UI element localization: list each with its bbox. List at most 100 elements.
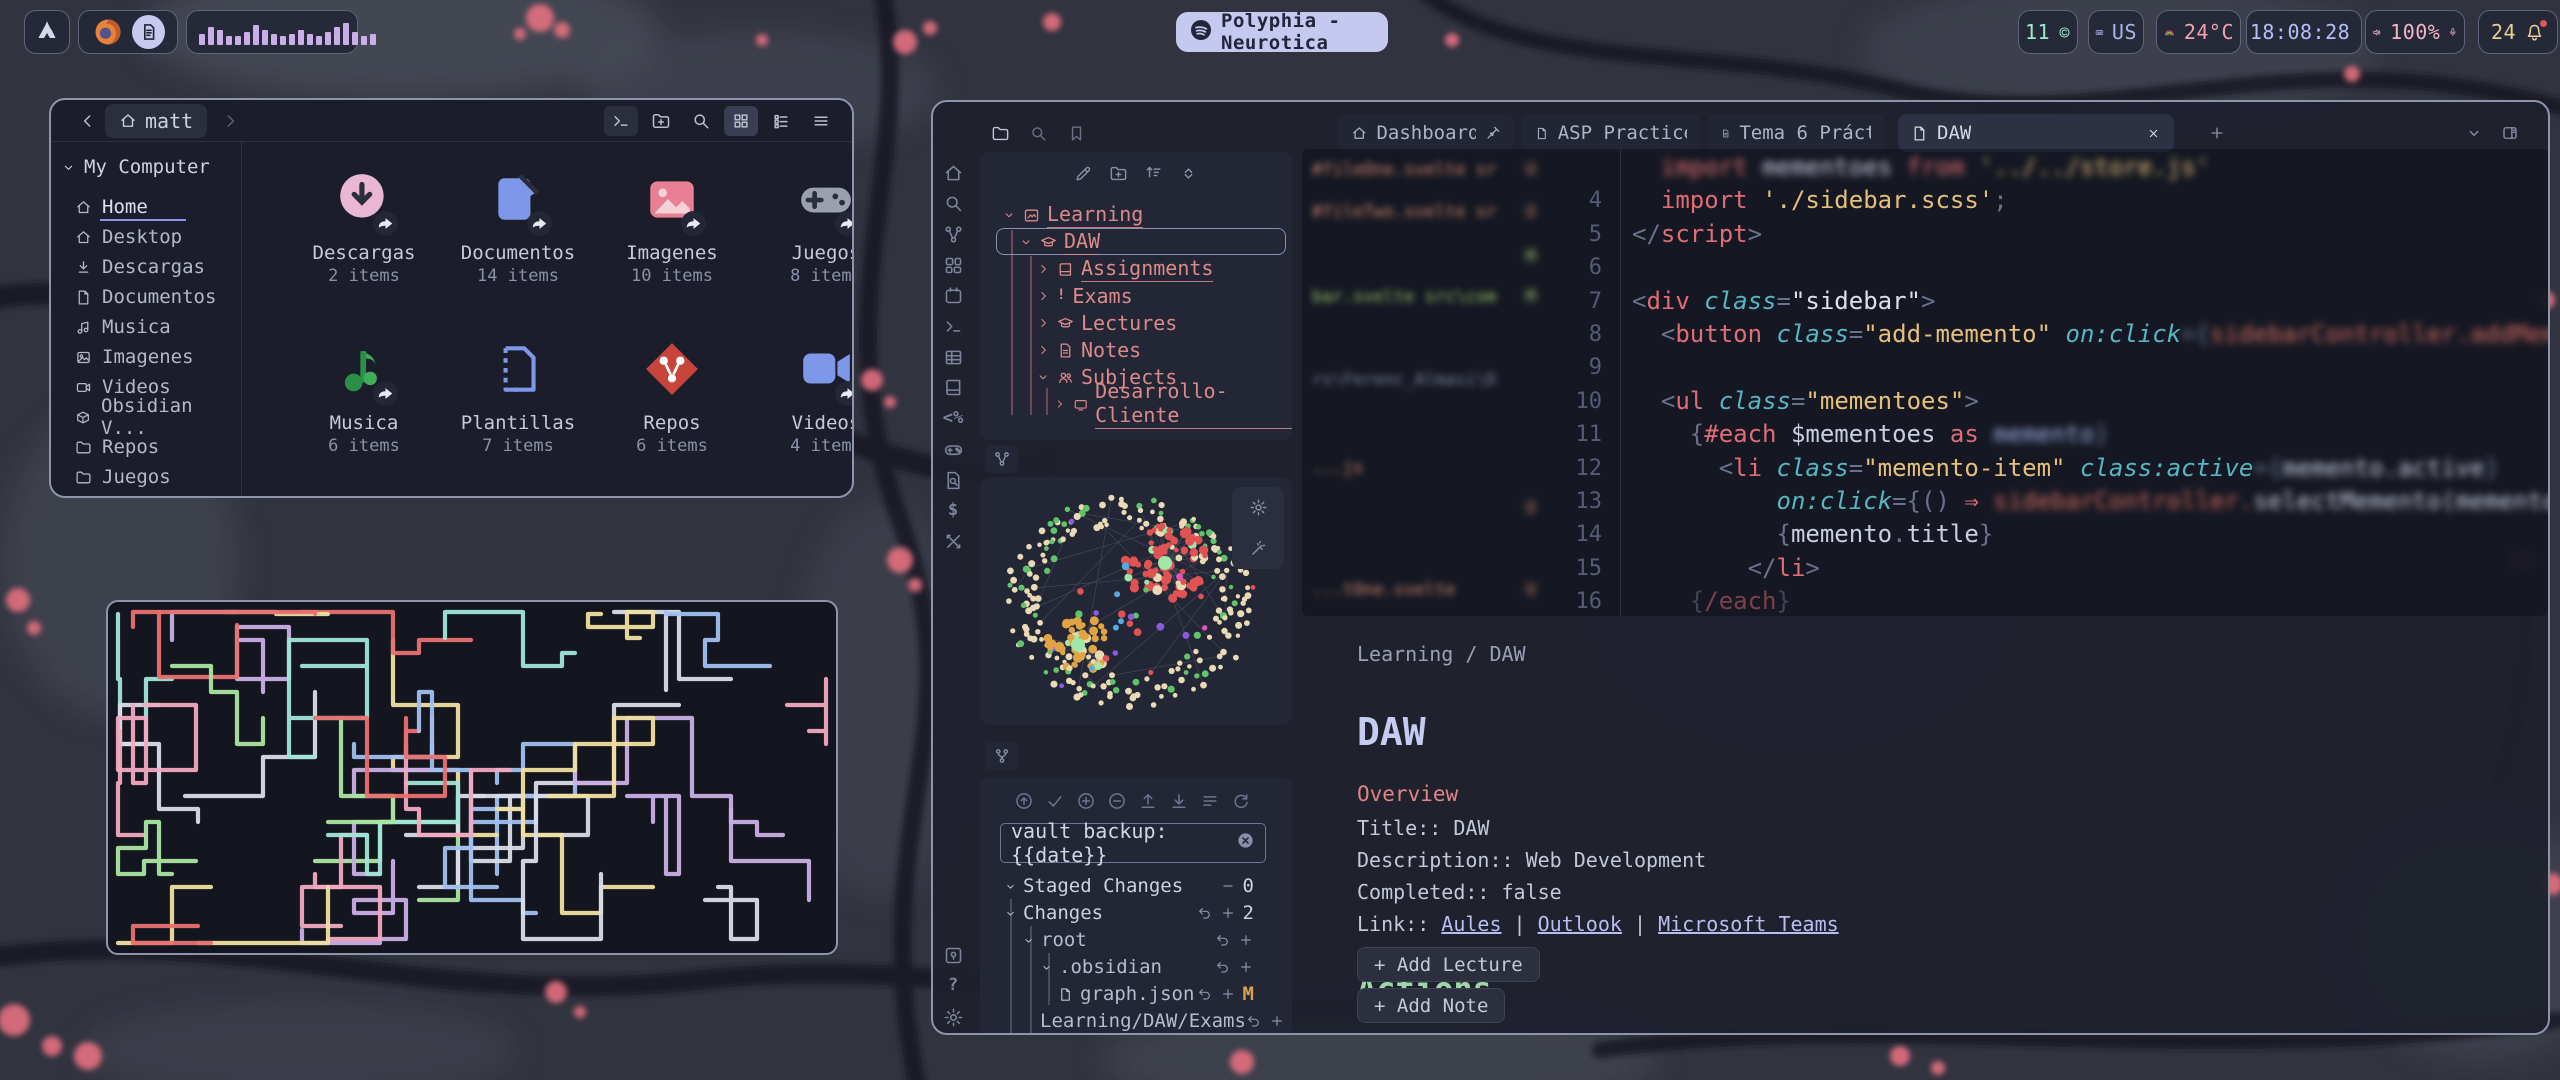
search-button[interactable] — [684, 106, 718, 136]
now-playing-pill[interactable]: Polyphia - Neurotica — [1176, 12, 1388, 52]
editor-file-entry[interactable]: #fileTwo.svelte src\co...U — [1312, 202, 1542, 222]
list-view-button[interactable] — [764, 106, 798, 136]
editor-file-entry[interactable]: ...tOne.svelteU — [1312, 580, 1542, 600]
tree-item-notes[interactable]: Notes — [1036, 337, 1141, 363]
git-row-staged-changes[interactable]: Staged Changes0 — [1004, 874, 1272, 898]
ribbon-help-button[interactable]: ? — [942, 975, 964, 997]
tray-clock[interactable]: 18:08:28 — [2246, 10, 2362, 54]
tray-volume[interactable]: 100% — [2365, 10, 2465, 54]
folder-plantillas[interactable]: Plantillas 7 items — [443, 340, 593, 456]
tab-dashboard[interactable]: Dashboard — [1338, 114, 1514, 152]
dock-app-firefox[interactable] — [91, 15, 124, 49]
editor-file-entry[interactable]: rs\Ferenc_Almasi\Desktop — [1312, 370, 1542, 390]
ribbon-tools-button[interactable] — [942, 530, 964, 552]
ribbon-graph-button[interactable] — [942, 223, 964, 245]
folder-videos[interactable]: Videos 4 items — [751, 340, 854, 456]
graph-wand-button[interactable] — [1249, 539, 1268, 558]
tree-item-desarrollo-cliente[interactable]: Desarrollo-Cliente — [1053, 391, 1292, 417]
new-folder-button[interactable] — [644, 106, 678, 136]
menu-button[interactable] — [804, 106, 838, 136]
launcher-button[interactable] — [24, 10, 70, 54]
folder-documentos[interactable]: Documentos 14 items — [443, 170, 593, 286]
tab-daw[interactable]: DAW — [1898, 114, 2174, 152]
grid-view-button[interactable] — [724, 106, 758, 136]
git-plus-circle-button[interactable] — [1076, 791, 1096, 811]
code-editor-overlay[interactable]: #fileOne.svelte src\co...U #fileTwo.svelt… — [1302, 149, 2548, 616]
folder-imagenes[interactable]: Imagenes 10 items — [597, 170, 747, 286]
graph-panel-tab[interactable] — [985, 445, 1018, 473]
ribbon-dollar-button[interactable]: $ — [942, 500, 964, 522]
git-list-button[interactable] — [1200, 791, 1220, 811]
breadcrumb[interactable]: matt — [105, 104, 207, 138]
folder-repos[interactable]: Repos 6 items — [597, 340, 747, 456]
git-row-root[interactable]: root — [1022, 928, 1272, 952]
git-refresh-button[interactable] — [1231, 791, 1251, 811]
ribbon-table-button[interactable] — [942, 346, 964, 368]
graph-view-panel[interactable] — [980, 477, 1292, 725]
editor-file-entry[interactable]: #fileOne.svelte src\co...U — [1312, 160, 1542, 180]
sidebar-item-musica[interactable]: Musica — [61, 312, 241, 342]
sidebar-item-obsidian-v-[interactable]: Obsidian V... — [61, 402, 241, 432]
tab-asp-practice-6[interactable]: ASP Practice 6 — [1522, 114, 1700, 152]
ribbon-vault-button[interactable] — [942, 944, 964, 966]
git-row-changes[interactable]: Changes2 — [1004, 901, 1272, 925]
ribbon-blocks-button[interactable] — [942, 254, 964, 276]
new-tab-button[interactable] — [2208, 124, 2226, 142]
graph-gear-button[interactable] — [1249, 498, 1268, 517]
tray-notifications[interactable]: 24 — [2478, 10, 2558, 54]
forward-button[interactable] — [213, 106, 247, 136]
collapse-button[interactable] — [1179, 164, 1198, 183]
panel-tab-folder[interactable] — [991, 124, 1010, 143]
sidebar-item-documentos[interactable]: Documentos — [61, 282, 241, 312]
tab-close[interactable] — [2146, 126, 2161, 141]
editor-file-entry[interactable]: ...js — [1312, 458, 1542, 478]
sidebar-item-juegos[interactable]: Juegos — [61, 462, 241, 492]
sidebar-item-descargas[interactable]: Descargas — [61, 252, 241, 282]
tree-item-lectures[interactable]: Lectures — [1036, 310, 1177, 336]
terminal-button[interactable] — [604, 106, 638, 136]
git-upload-button[interactable] — [1138, 791, 1158, 811]
ribbon-terminal-button[interactable] — [942, 316, 964, 338]
tree-item-assignments[interactable]: Assignments — [1036, 256, 1213, 282]
note-breadcrumb[interactable]: Learning / DAW — [1357, 642, 1839, 666]
sidebar-header[interactable]: My Computer — [61, 156, 241, 178]
git-download-tray-button[interactable] — [1169, 791, 1189, 811]
note-link-aules[interactable]: Aules — [1441, 912, 1501, 936]
ribbon-home-button[interactable] — [942, 162, 964, 184]
commit-message-input[interactable]: vault backup: {{date}} — [1000, 823, 1266, 863]
sort-button[interactable] — [1144, 164, 1163, 183]
sidebar-item-home[interactable]: Home — [61, 192, 241, 222]
tab-tema-6-pr-cticas-[interactable]: Tema 6 Prácticas -... — [1708, 114, 1884, 152]
sidebar-item-desktop[interactable]: Desktop — [61, 222, 241, 252]
ribbon-search-button[interactable] — [942, 193, 964, 215]
action-button--add-note[interactable]: + Add Note — [1357, 988, 1505, 1023]
tab-list-button[interactable] — [2465, 124, 2483, 142]
note-link-microsoft-teams[interactable]: Microsoft Teams — [1658, 912, 1839, 936]
dock-app-files-active[interactable] — [132, 15, 165, 49]
edit-button[interactable] — [1074, 164, 1093, 183]
editor-file-entry[interactable]: M — [1312, 247, 1542, 267]
git-minus-circle-button[interactable] — [1107, 791, 1127, 811]
tree-item-exams[interactable]: !Exams — [1036, 283, 1133, 309]
ribbon-gear-button[interactable] — [942, 1006, 964, 1028]
git-row-.obsidian[interactable]: .obsidian — [1040, 955, 1272, 979]
editor-file-entry[interactable]: bar.svelte src\compon...M — [1312, 287, 1542, 307]
action-button--add-lecture[interactable]: + Add Lecture — [1357, 947, 1540, 982]
ribbon-code-percent-button[interactable]: <% — [942, 408, 964, 430]
toggle-right-sidebar-button[interactable] — [2501, 124, 2519, 142]
git-check-button[interactable] — [1045, 791, 1065, 811]
git-panel-tab[interactable] — [985, 742, 1018, 770]
ribbon-calendar-button[interactable] — [942, 285, 964, 307]
ribbon-file-search-button[interactable] — [942, 469, 964, 491]
note-link-outlook[interactable]: Outlook — [1538, 912, 1622, 936]
panel-tab-search[interactable] — [1029, 124, 1048, 143]
sidebar-item-imagenes[interactable]: Imagenes — [61, 342, 241, 372]
new-folder-button[interactable] — [1109, 164, 1128, 183]
tray-weather[interactable]: 24°C — [2156, 10, 2241, 54]
folder-descargas[interactable]: Descargas 2 items — [289, 170, 439, 286]
ribbon-gamepad-button[interactable] — [942, 438, 964, 460]
tree-item-learning[interactable]: Learning — [1002, 202, 1143, 228]
tree-item-daw[interactable]: DAW — [1019, 229, 1100, 255]
folder-juegos[interactable]: Juegos 8 items — [751, 170, 854, 286]
git-commit-push-button[interactable] — [1014, 791, 1034, 811]
